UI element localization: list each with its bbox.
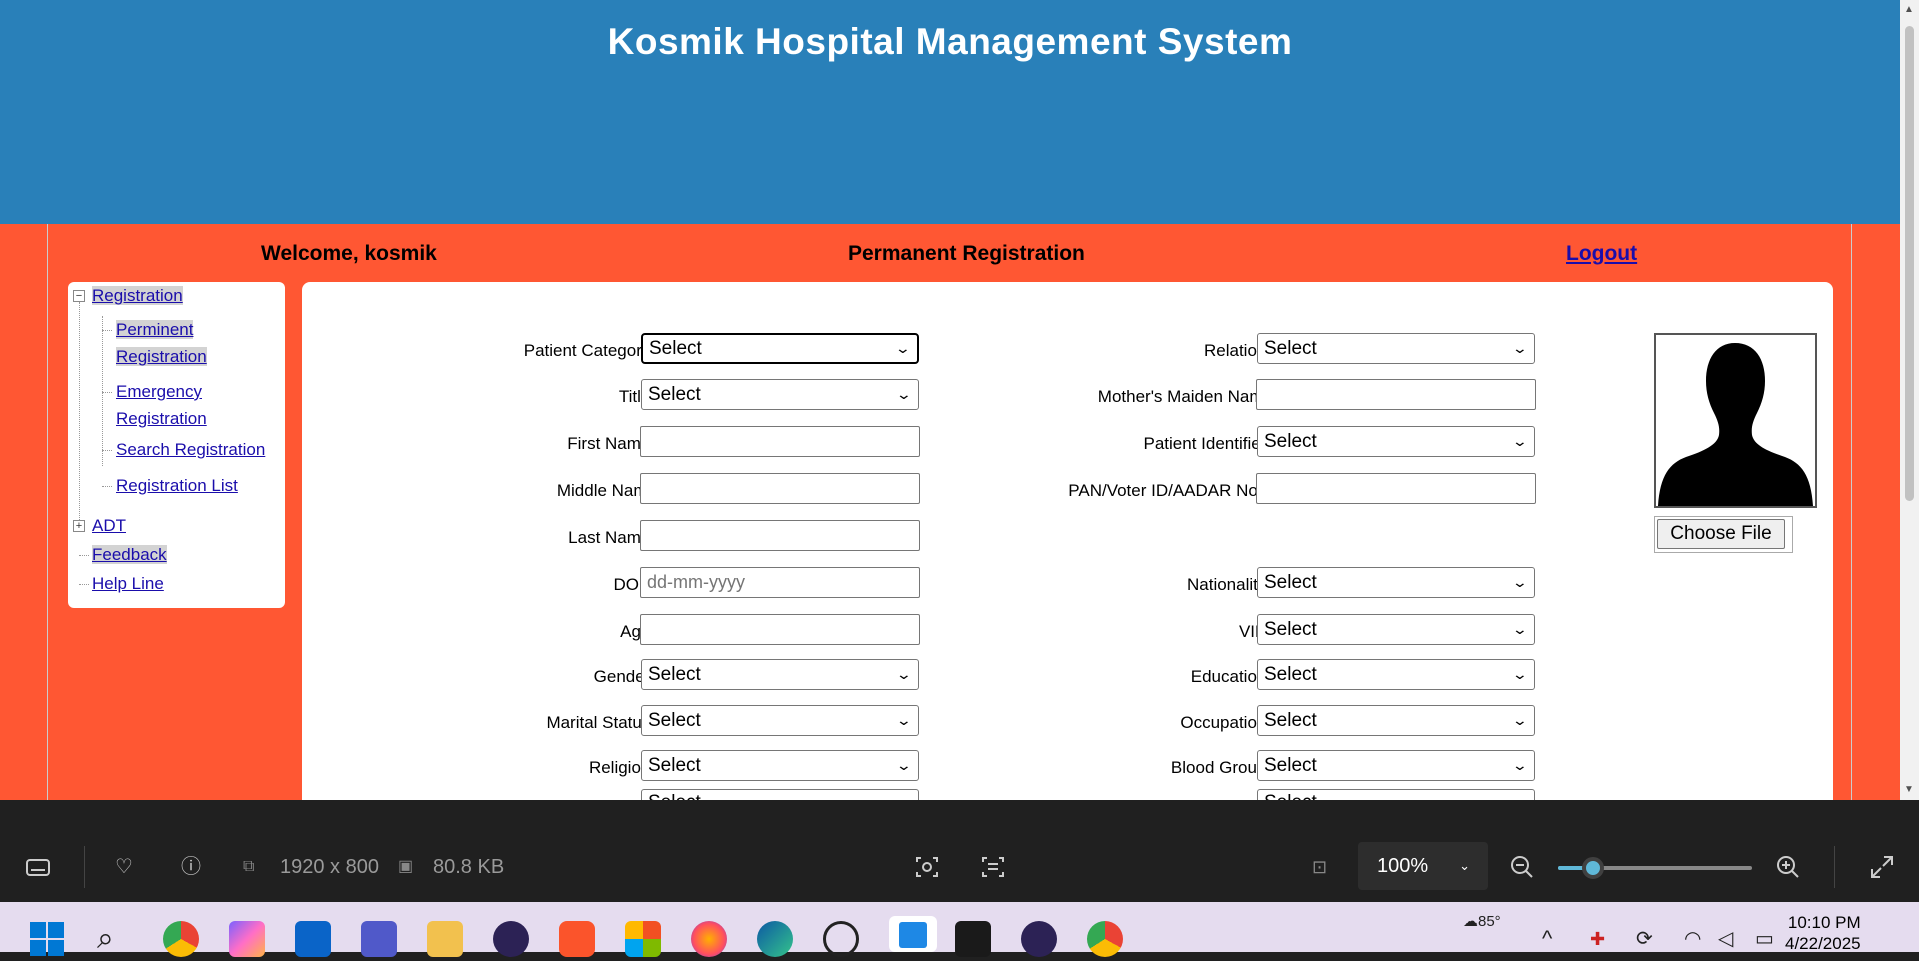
scroll-down-icon[interactable]: ▼ [1904, 784, 1914, 795]
education-select[interactable]: Select ⌄ [1257, 659, 1535, 690]
marital-status-select[interactable]: Select ⌄ [641, 705, 919, 736]
chevron-down-icon: ⌄ [895, 386, 913, 402]
age-input[interactable] [640, 614, 920, 645]
sidebar-item-registration-list[interactable]: Registration List [116, 476, 238, 495]
chevron-down-icon: ⌄ [895, 666, 913, 682]
save-disk-icon: ▣ [398, 858, 414, 875]
browser-page: Kosmik Hospital Management System Welcom… [0, 0, 1919, 800]
patient-identifier-label: Patient Identifier* [1144, 434, 1273, 454]
sidebar-item-feedback[interactable]: Feedback [92, 545, 167, 564]
windows-taskbar: ⌕ ☁85° ^ ✚ ⟳ ◠ ◁ ▭ 10:10 PM 4/22/2025 [0, 902, 1919, 957]
sidebar-item-adt[interactable]: ADT [92, 516, 126, 535]
photos-icon[interactable] [889, 916, 937, 952]
chevron-down-icon: ⌄ [1459, 858, 1470, 873]
app-title: Kosmik Hospital Management System [607, 21, 1293, 62]
chevron-down-icon: ⌄ [1511, 666, 1529, 682]
vip-select[interactable]: Select ⌄ [1257, 614, 1535, 645]
file-size: 80.8 KB [433, 856, 505, 878]
title-select[interactable]: Select ⌄ [641, 379, 919, 410]
chevron-down-icon: ⌄ [1511, 621, 1529, 637]
windows-start-icon[interactable] [30, 922, 64, 956]
chevron-down-icon: ⌄ [1511, 340, 1529, 356]
favorite-icon[interactable]: ♡ [115, 832, 133, 902]
fullscreen-icon[interactable] [1870, 832, 1894, 902]
blood-group-select[interactable]: Select ⌄ [1257, 750, 1535, 781]
dob-input[interactable] [640, 567, 920, 598]
weather-icon[interactable]: ☁85° [1463, 912, 1503, 948]
patient-photo [1654, 333, 1817, 508]
visual-search-icon[interactable] [915, 832, 939, 902]
chevron-down-icon: ⌄ [1511, 712, 1529, 728]
patient-identifier-select[interactable]: Select ⌄ [1257, 426, 1535, 457]
actual-size-icon[interactable]: ⊡ [1312, 832, 1327, 902]
relation-select[interactable]: Select ⌄ [1257, 333, 1535, 364]
photo-viewer-toolbar: ♡ ⓘ ⧉ 1920 x 800 ▣ 80.8 KB ⊡ 100% ⌄ [0, 832, 1919, 902]
zoom-slider-knob[interactable] [1582, 857, 1604, 879]
partial-select-right[interactable]: Select [1257, 789, 1535, 800]
person-silhouette-icon [1658, 343, 1813, 506]
pan-voter-id-aadar-nos-label: PAN/Voter ID/AADAR Nos* [1068, 481, 1273, 501]
chevron-down-icon: ⌄ [895, 712, 913, 728]
page-scrollbar[interactable]: ▲ ▼ [1900, 0, 1919, 800]
nationality-select[interactable]: Select ⌄ [1257, 567, 1535, 598]
sidebar-item-permanent-registration[interactable]: Perminent Registration [116, 320, 207, 366]
scroll-up-icon[interactable]: ▲ [1904, 4, 1914, 15]
sidebar-item-registration[interactable]: Registration [92, 286, 183, 305]
registration-form: Patient Category*Select⌄Title*Select⌄Fir… [302, 282, 1833, 800]
welcome-text: Welcome, kosmik [261, 242, 437, 265]
filmstrip-icon[interactable] [26, 832, 50, 902]
mother-s-maiden-name-input[interactable] [1256, 379, 1536, 410]
text-scan-icon[interactable] [981, 832, 1005, 902]
chevron-down-icon: ⌄ [1511, 574, 1529, 590]
first-name-input[interactable] [640, 426, 920, 457]
sidebar-item-search-registration[interactable]: Search Registration [116, 440, 265, 459]
dimensions-icon: ⧉ [243, 858, 255, 875]
expand-icon[interactable]: + [73, 520, 85, 532]
pan-voter-id-aadar-nos-input[interactable] [1256, 473, 1536, 504]
partial-select-left[interactable]: Select [641, 789, 919, 800]
last-name-input[interactable] [640, 520, 920, 551]
sidebar-item-help-line[interactable]: Help Line [92, 574, 164, 593]
content-area: Welcome, kosmik Permanent Registration L… [47, 224, 1852, 800]
sidebar-item-emergency-registration[interactable]: Emergency Registration [116, 382, 207, 428]
image-dimensions: 1920 x 800 [280, 856, 379, 878]
mother-s-maiden-name-label: Mother's Maiden Name [1097, 387, 1273, 406]
info-icon[interactable]: ⓘ [181, 832, 201, 902]
viewer-divider [0, 800, 1919, 832]
site-header: Kosmik Hospital Management System [0, 0, 1900, 224]
patient-category-label: Patient Category* [524, 341, 657, 361]
zoom-in-icon[interactable] [1776, 832, 1800, 902]
zoom-slider[interactable] [1558, 857, 1752, 879]
chevron-down-icon: ⌄ [894, 340, 912, 356]
page-title: Permanent Registration [848, 242, 1085, 265]
chevron-down-icon: ⌄ [1511, 433, 1529, 449]
middle-name-input[interactable] [640, 473, 920, 504]
collapse-icon[interactable]: − [73, 290, 85, 302]
religion-select[interactable]: Select ⌄ [641, 750, 919, 781]
choose-file-button[interactable]: Choose File [1654, 516, 1793, 553]
scroll-thumb[interactable] [1905, 26, 1914, 501]
chevron-down-icon: ⌄ [1511, 757, 1529, 773]
zoom-dropdown[interactable]: 100% ⌄ [1358, 842, 1488, 890]
sidebar-tree: − Registration Perminent Registration Em… [68, 282, 285, 608]
zoom-out-icon[interactable] [1510, 832, 1534, 902]
taskbar-clock[interactable]: 10:10 PM 4/22/2025 [1785, 912, 1861, 954]
patient-category-select[interactable]: Select ⌄ [641, 333, 919, 364]
chevron-down-icon: ⌄ [895, 757, 913, 773]
logout-link[interactable]: Logout [1566, 242, 1637, 266]
occupation-select[interactable]: Select ⌄ [1257, 705, 1535, 736]
gender-select[interactable]: Select ⌄ [641, 659, 919, 690]
